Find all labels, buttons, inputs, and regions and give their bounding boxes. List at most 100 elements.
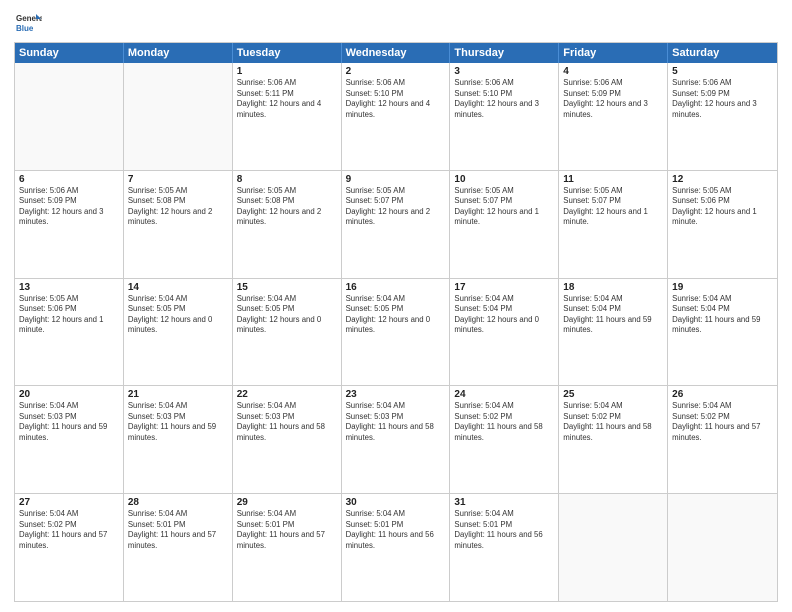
day-info-22: Sunrise: 5:04 AM Sunset: 5:03 PM Dayligh… — [237, 401, 337, 443]
day-number-16: 16 — [346, 282, 446, 293]
day-info-18: Sunrise: 5:04 AM Sunset: 5:04 PM Dayligh… — [563, 294, 663, 336]
day-number-22: 22 — [237, 389, 337, 400]
day-info-26: Sunrise: 5:04 AM Sunset: 5:02 PM Dayligh… — [672, 401, 773, 443]
day-number-21: 21 — [128, 389, 228, 400]
day-24: 24Sunrise: 5:04 AM Sunset: 5:02 PM Dayli… — [450, 386, 559, 493]
day-number-3: 3 — [454, 66, 554, 77]
day-5: 5Sunrise: 5:06 AM Sunset: 5:09 PM Daylig… — [668, 63, 777, 170]
day-20: 20Sunrise: 5:04 AM Sunset: 5:03 PM Dayli… — [15, 386, 124, 493]
calendar-header: SundayMondayTuesdayWednesdayThursdayFrid… — [15, 43, 777, 63]
day-8: 8Sunrise: 5:05 AM Sunset: 5:08 PM Daylig… — [233, 171, 342, 278]
day-number-24: 24 — [454, 389, 554, 400]
day-number-14: 14 — [128, 282, 228, 293]
day-25: 25Sunrise: 5:04 AM Sunset: 5:02 PM Dayli… — [559, 386, 668, 493]
day-22: 22Sunrise: 5:04 AM Sunset: 5:03 PM Dayli… — [233, 386, 342, 493]
day-info-2: Sunrise: 5:06 AM Sunset: 5:10 PM Dayligh… — [346, 78, 446, 120]
day-10: 10Sunrise: 5:05 AM Sunset: 5:07 PM Dayli… — [450, 171, 559, 278]
day-31: 31Sunrise: 5:04 AM Sunset: 5:01 PM Dayli… — [450, 494, 559, 601]
day-number-28: 28 — [128, 497, 228, 508]
empty-cell-0-1 — [124, 63, 233, 170]
day-info-5: Sunrise: 5:06 AM Sunset: 5:09 PM Dayligh… — [672, 78, 773, 120]
day-info-28: Sunrise: 5:04 AM Sunset: 5:01 PM Dayligh… — [128, 509, 228, 551]
header-thursday: Thursday — [450, 43, 559, 63]
day-number-29: 29 — [237, 497, 337, 508]
day-27: 27Sunrise: 5:04 AM Sunset: 5:02 PM Dayli… — [15, 494, 124, 601]
day-number-9: 9 — [346, 174, 446, 185]
day-info-7: Sunrise: 5:05 AM Sunset: 5:08 PM Dayligh… — [128, 186, 228, 228]
day-number-5: 5 — [672, 66, 773, 77]
day-number-10: 10 — [454, 174, 554, 185]
header-wednesday: Wednesday — [342, 43, 451, 63]
day-number-7: 7 — [128, 174, 228, 185]
week-row-5: 27Sunrise: 5:04 AM Sunset: 5:02 PM Dayli… — [15, 494, 777, 601]
day-info-24: Sunrise: 5:04 AM Sunset: 5:02 PM Dayligh… — [454, 401, 554, 443]
day-number-31: 31 — [454, 497, 554, 508]
week-row-4: 20Sunrise: 5:04 AM Sunset: 5:03 PM Dayli… — [15, 386, 777, 494]
day-number-12: 12 — [672, 174, 773, 185]
day-info-30: Sunrise: 5:04 AM Sunset: 5:01 PM Dayligh… — [346, 509, 446, 551]
header-sunday: Sunday — [15, 43, 124, 63]
day-info-4: Sunrise: 5:06 AM Sunset: 5:09 PM Dayligh… — [563, 78, 663, 120]
calendar: SundayMondayTuesdayWednesdayThursdayFrid… — [14, 42, 778, 602]
day-26: 26Sunrise: 5:04 AM Sunset: 5:02 PM Dayli… — [668, 386, 777, 493]
day-number-11: 11 — [563, 174, 663, 185]
day-info-19: Sunrise: 5:04 AM Sunset: 5:04 PM Dayligh… — [672, 294, 773, 336]
day-info-9: Sunrise: 5:05 AM Sunset: 5:07 PM Dayligh… — [346, 186, 446, 228]
day-info-20: Sunrise: 5:04 AM Sunset: 5:03 PM Dayligh… — [19, 401, 119, 443]
day-number-15: 15 — [237, 282, 337, 293]
day-7: 7Sunrise: 5:05 AM Sunset: 5:08 PM Daylig… — [124, 171, 233, 278]
day-28: 28Sunrise: 5:04 AM Sunset: 5:01 PM Dayli… — [124, 494, 233, 601]
day-29: 29Sunrise: 5:04 AM Sunset: 5:01 PM Dayli… — [233, 494, 342, 601]
day-number-30: 30 — [346, 497, 446, 508]
day-14: 14Sunrise: 5:04 AM Sunset: 5:05 PM Dayli… — [124, 279, 233, 386]
day-3: 3Sunrise: 5:06 AM Sunset: 5:10 PM Daylig… — [450, 63, 559, 170]
day-number-27: 27 — [19, 497, 119, 508]
day-number-19: 19 — [672, 282, 773, 293]
day-info-16: Sunrise: 5:04 AM Sunset: 5:05 PM Dayligh… — [346, 294, 446, 336]
day-info-29: Sunrise: 5:04 AM Sunset: 5:01 PM Dayligh… — [237, 509, 337, 551]
day-info-27: Sunrise: 5:04 AM Sunset: 5:02 PM Dayligh… — [19, 509, 119, 551]
day-number-1: 1 — [237, 66, 337, 77]
day-number-6: 6 — [19, 174, 119, 185]
day-info-12: Sunrise: 5:05 AM Sunset: 5:06 PM Dayligh… — [672, 186, 773, 228]
day-info-11: Sunrise: 5:05 AM Sunset: 5:07 PM Dayligh… — [563, 186, 663, 228]
day-19: 19Sunrise: 5:04 AM Sunset: 5:04 PM Dayli… — [668, 279, 777, 386]
day-4: 4Sunrise: 5:06 AM Sunset: 5:09 PM Daylig… — [559, 63, 668, 170]
week-row-2: 6Sunrise: 5:06 AM Sunset: 5:09 PM Daylig… — [15, 171, 777, 279]
day-info-14: Sunrise: 5:04 AM Sunset: 5:05 PM Dayligh… — [128, 294, 228, 336]
day-info-10: Sunrise: 5:05 AM Sunset: 5:07 PM Dayligh… — [454, 186, 554, 228]
day-info-23: Sunrise: 5:04 AM Sunset: 5:03 PM Dayligh… — [346, 401, 446, 443]
day-9: 9Sunrise: 5:05 AM Sunset: 5:07 PM Daylig… — [342, 171, 451, 278]
header-monday: Monday — [124, 43, 233, 63]
day-number-20: 20 — [19, 389, 119, 400]
header: General Blue — [14, 10, 778, 38]
day-21: 21Sunrise: 5:04 AM Sunset: 5:03 PM Dayli… — [124, 386, 233, 493]
empty-cell-4-6 — [668, 494, 777, 601]
day-number-26: 26 — [672, 389, 773, 400]
svg-text:Blue: Blue — [16, 24, 34, 33]
logo: General Blue — [14, 10, 42, 38]
day-number-2: 2 — [346, 66, 446, 77]
day-12: 12Sunrise: 5:05 AM Sunset: 5:06 PM Dayli… — [668, 171, 777, 278]
header-tuesday: Tuesday — [233, 43, 342, 63]
day-11: 11Sunrise: 5:05 AM Sunset: 5:07 PM Dayli… — [559, 171, 668, 278]
day-info-13: Sunrise: 5:05 AM Sunset: 5:06 PM Dayligh… — [19, 294, 119, 336]
day-info-8: Sunrise: 5:05 AM Sunset: 5:08 PM Dayligh… — [237, 186, 337, 228]
empty-cell-0-0 — [15, 63, 124, 170]
day-number-17: 17 — [454, 282, 554, 293]
day-info-3: Sunrise: 5:06 AM Sunset: 5:10 PM Dayligh… — [454, 78, 554, 120]
header-saturday: Saturday — [668, 43, 777, 63]
day-info-25: Sunrise: 5:04 AM Sunset: 5:02 PM Dayligh… — [563, 401, 663, 443]
day-number-18: 18 — [563, 282, 663, 293]
day-info-6: Sunrise: 5:06 AM Sunset: 5:09 PM Dayligh… — [19, 186, 119, 228]
day-info-21: Sunrise: 5:04 AM Sunset: 5:03 PM Dayligh… — [128, 401, 228, 443]
day-number-23: 23 — [346, 389, 446, 400]
week-row-3: 13Sunrise: 5:05 AM Sunset: 5:06 PM Dayli… — [15, 279, 777, 387]
empty-cell-4-5 — [559, 494, 668, 601]
day-info-31: Sunrise: 5:04 AM Sunset: 5:01 PM Dayligh… — [454, 509, 554, 551]
day-17: 17Sunrise: 5:04 AM Sunset: 5:04 PM Dayli… — [450, 279, 559, 386]
day-6: 6Sunrise: 5:06 AM Sunset: 5:09 PM Daylig… — [15, 171, 124, 278]
day-18: 18Sunrise: 5:04 AM Sunset: 5:04 PM Dayli… — [559, 279, 668, 386]
day-13: 13Sunrise: 5:05 AM Sunset: 5:06 PM Dayli… — [15, 279, 124, 386]
day-number-13: 13 — [19, 282, 119, 293]
